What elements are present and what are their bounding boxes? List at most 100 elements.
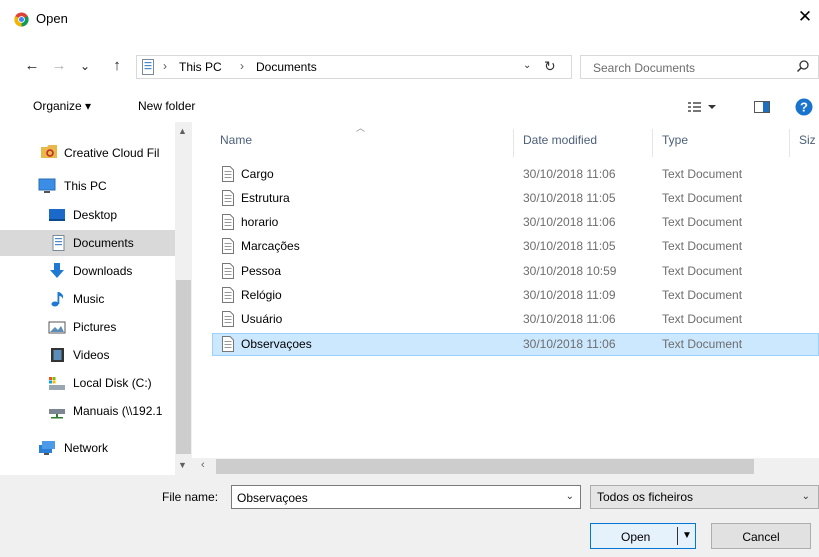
up-button[interactable]: ↑ bbox=[107, 56, 127, 76]
file-type: Text Document bbox=[662, 264, 743, 278]
sidebar-item-documents[interactable]: Documents bbox=[0, 230, 175, 256]
open-options-dropdown-icon[interactable]: ▼ bbox=[682, 530, 692, 541]
scroll-up-icon[interactable]: ▲ bbox=[178, 126, 187, 136]
file-row[interactable]: Usuário 30/10/2018 11:06 Text Document bbox=[212, 308, 819, 331]
back-button[interactable]: ← bbox=[22, 56, 42, 76]
sidebar-item-label: This PC bbox=[64, 179, 107, 193]
column-divider[interactable] bbox=[789, 129, 790, 157]
help-icon[interactable]: ? bbox=[795, 98, 813, 116]
sidebar-item-label: Creative Cloud Fil bbox=[64, 146, 160, 160]
file-date: 30/10/2018 11:06 bbox=[523, 312, 616, 326]
column-header-name[interactable]: Name bbox=[220, 133, 252, 147]
sidebar-item-label: Documents bbox=[73, 236, 134, 250]
file-name: horario bbox=[241, 215, 279, 229]
file-type: Text Document bbox=[662, 337, 743, 351]
column-divider[interactable] bbox=[652, 129, 653, 157]
file-name: Observaçoes bbox=[241, 337, 312, 351]
network-drive-icon bbox=[49, 409, 65, 419]
file-row-selected[interactable]: Observaçoes 30/10/2018 11:06 Text Docume… bbox=[212, 333, 819, 356]
refresh-icon[interactable]: ↻ bbox=[544, 58, 556, 75]
forward-button[interactable]: → bbox=[49, 56, 69, 76]
sidebar-item-label: Downloads bbox=[73, 264, 133, 278]
address-bar[interactable]: › This PC › Documents ⌄ ↻ bbox=[136, 55, 572, 79]
column-header-size[interactable]: Siz bbox=[799, 133, 816, 147]
file-name-value: Observaçoes bbox=[237, 491, 308, 505]
file-date: 30/10/2018 11:09 bbox=[523, 288, 616, 302]
music-icon bbox=[51, 292, 64, 307]
file-list-horizontal-scrollbar[interactable]: ‹ bbox=[192, 458, 819, 475]
sidebar-item-creative-cloud[interactable]: Creative Cloud Fil bbox=[0, 136, 175, 162]
command-toolbar: Organize ▾ New folder ? bbox=[0, 92, 819, 122]
breadcrumb-documents[interactable]: Documents bbox=[256, 60, 317, 74]
column-header-type[interactable]: Type bbox=[662, 133, 688, 147]
text-file-icon bbox=[222, 214, 234, 230]
documents-icon bbox=[52, 235, 65, 251]
file-row[interactable]: Estrutura 30/10/2018 11:05 Text Document bbox=[212, 187, 819, 210]
recent-locations-button[interactable]: ⌄ bbox=[75, 56, 95, 76]
file-type-filter[interactable]: Todos os ficheiros ⌄ bbox=[590, 485, 819, 509]
file-row[interactable]: Marcações 30/10/2018 11:05 Text Document bbox=[212, 235, 819, 258]
sidebar-item-label: Videos bbox=[73, 348, 110, 362]
text-file-icon bbox=[222, 311, 234, 327]
window-title: Open bbox=[36, 11, 68, 26]
videos-icon bbox=[51, 348, 64, 362]
sidebar-item-label: Music bbox=[73, 292, 105, 306]
sidebar-item-network[interactable]: Network bbox=[0, 435, 175, 461]
file-row[interactable]: Relógio 30/10/2018 11:09 Text Document bbox=[212, 284, 819, 307]
sidebar-item-downloads[interactable]: Downloads bbox=[0, 258, 175, 284]
open-button[interactable]: Open ▼ bbox=[590, 523, 696, 549]
computer-icon bbox=[38, 178, 56, 193]
breadcrumb-this-pc[interactable]: This PC bbox=[179, 60, 222, 74]
sidebar-item-music[interactable]: Music bbox=[0, 286, 175, 312]
cancel-button[interactable]: Cancel bbox=[711, 523, 811, 549]
text-file-icon bbox=[222, 263, 234, 279]
address-dropdown-icon[interactable]: ⌄ bbox=[523, 60, 531, 71]
search-input[interactable]: Search Documents bbox=[580, 55, 819, 79]
file-date: 30/10/2018 11:05 bbox=[523, 191, 616, 205]
file-date: 30/10/2018 11:06 bbox=[523, 337, 616, 351]
file-row[interactable]: Pessoa 30/10/2018 10:59 Text Document bbox=[212, 260, 819, 283]
chevron-down-icon[interactable]: ⌄ bbox=[566, 491, 574, 502]
sidebar-item-manuais[interactable]: Manuais (\\192.1 bbox=[0, 398, 175, 424]
sidebar-item-label: Network bbox=[64, 441, 109, 455]
documents-folder-icon bbox=[142, 59, 154, 75]
organize-button[interactable]: Organize ▾ bbox=[33, 99, 91, 113]
search-icon[interactable] bbox=[796, 59, 810, 73]
file-type: Text Document bbox=[662, 239, 743, 253]
preview-pane-icon[interactable] bbox=[754, 100, 770, 114]
search-placeholder: Search Documents bbox=[593, 61, 696, 75]
cancel-button-label: Cancel bbox=[742, 530, 780, 544]
sort-ascending-icon: ︿ bbox=[356, 123, 366, 133]
navigation-pane-scrollbar[interactable]: ▲ ▼ bbox=[175, 122, 192, 475]
file-row[interactable]: horario 30/10/2018 11:06 Text Document bbox=[212, 211, 819, 234]
scrollbar-thumb[interactable] bbox=[216, 459, 754, 474]
breadcrumb-separator: › bbox=[163, 59, 167, 73]
file-type-filter-value: Todos os ficheiros bbox=[597, 490, 694, 504]
sidebar-item-videos[interactable]: Videos bbox=[0, 342, 175, 368]
sidebar-item-label: Local Disk (C:) bbox=[73, 376, 152, 390]
chevron-down-icon[interactable]: ⌄ bbox=[802, 491, 810, 502]
file-name-input[interactable]: Observaçoes ⌄ bbox=[231, 485, 581, 509]
sidebar-item-local-disk[interactable]: Local Disk (C:) bbox=[0, 370, 175, 396]
scroll-down-icon[interactable]: ▼ bbox=[178, 460, 187, 470]
navigation-pane: Creative Cloud Fil This PC Desktop Docum… bbox=[0, 122, 192, 475]
scroll-left-icon[interactable]: ‹ bbox=[201, 459, 205, 471]
new-folder-button[interactable]: New folder bbox=[138, 99, 195, 113]
sidebar-item-pictures[interactable]: Pictures bbox=[0, 314, 175, 340]
column-header-date[interactable]: Date modified bbox=[523, 133, 597, 147]
file-date: 30/10/2018 11:06 bbox=[523, 215, 616, 229]
view-options-icon[interactable] bbox=[688, 100, 718, 114]
title-bar: Open ✕ bbox=[0, 0, 819, 40]
network-icon bbox=[39, 441, 55, 455]
scrollbar-thumb[interactable] bbox=[176, 280, 191, 454]
dialog-footer: File name: Observaçoes ⌄ Todos os fichei… bbox=[0, 475, 819, 557]
text-file-icon bbox=[222, 166, 234, 182]
split-divider bbox=[677, 527, 678, 545]
close-button[interactable]: ✕ bbox=[791, 4, 819, 32]
text-file-icon bbox=[222, 287, 234, 303]
column-divider[interactable] bbox=[513, 129, 514, 157]
sidebar-item-label: Desktop bbox=[73, 208, 118, 222]
sidebar-item-this-pc[interactable]: This PC bbox=[0, 173, 175, 199]
sidebar-item-desktop[interactable]: Desktop bbox=[0, 202, 175, 228]
file-row[interactable]: Cargo 30/10/2018 11:06 Text Document bbox=[212, 163, 819, 186]
